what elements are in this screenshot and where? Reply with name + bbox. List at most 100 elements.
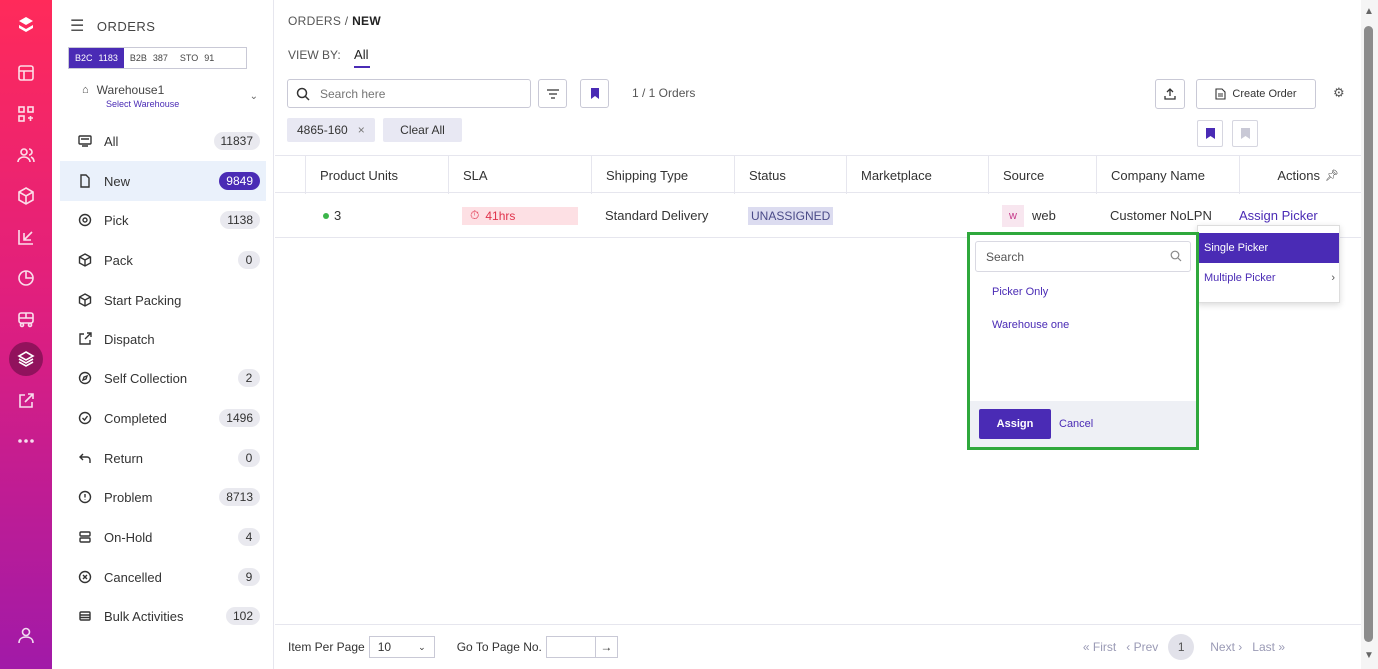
filter-button[interactable] (538, 79, 567, 108)
search-input[interactable] (320, 86, 510, 101)
picker-search-placeholder: Search (986, 249, 1025, 264)
compass-icon (78, 371, 92, 385)
sidebar-item-completed[interactable]: Completed 1496 (60, 398, 266, 438)
picker-search-input[interactable]: Search (975, 241, 1191, 272)
bookmark-icon (590, 88, 599, 99)
view-tab-all[interactable]: All (354, 47, 368, 62)
sidebar-item-all[interactable]: All 11837 (60, 121, 266, 161)
next-label: Next (1210, 640, 1235, 654)
column-header[interactable]: Shipping Type (591, 156, 734, 194)
per-page-select[interactable]: 10 ⌄ (368, 636, 435, 658)
current-page[interactable]: 1 (1168, 634, 1195, 660)
channel-count: 387 (152, 53, 168, 63)
orders-layers-icon[interactable] (9, 342, 43, 376)
scroll-thumb[interactable] (1364, 26, 1373, 642)
report-pie-icon[interactable] (13, 265, 39, 291)
bookmark-outline-button[interactable] (1232, 120, 1258, 147)
channel-tab-b2b[interactable]: B2B 387 (124, 48, 174, 68)
sidebar-item-label: Completed (104, 410, 167, 426)
warehouse-selector[interactable]: ⌂ Warehouse1 Select Warehouse ⌄ (82, 83, 262, 109)
column-header[interactable]: Marketplace (846, 156, 988, 194)
channel-tab-b2c[interactable]: B2C 1183 (69, 48, 124, 68)
menu-item-multiple-picker[interactable]: Multiple Picker › (1198, 263, 1339, 293)
sidebar-item-self-collection[interactable]: Self Collection 2 (60, 358, 266, 398)
sidebar-item-cancelled[interactable]: Cancelled 9 (60, 557, 266, 597)
assign-picker-link[interactable]: Assign Picker (1239, 208, 1318, 223)
column-header[interactable]: Company Name (1096, 156, 1239, 194)
warehouse-name: Warehouse1 (96, 83, 165, 97)
box-icon[interactable] (13, 183, 39, 209)
create-order-button[interactable]: Create Order (1196, 79, 1316, 109)
channel-count: 1183 (98, 53, 118, 63)
channel-tab-sto[interactable]: STO 91 (174, 48, 220, 68)
document-icon (78, 174, 92, 188)
sidebar-item-return[interactable]: Return 0 (60, 438, 266, 478)
column-header[interactable]: Source (988, 156, 1096, 194)
breadcrumb-separator: / (344, 14, 349, 28)
prev-page-button[interactable]: ‹ Prev (1126, 640, 1158, 654)
goto-label: Go To Page No. (456, 640, 542, 654)
export-button[interactable] (1155, 79, 1185, 109)
sidebar-item-new[interactable]: New 9849 (60, 161, 266, 201)
chevron-right-icon: › (1331, 272, 1335, 284)
dashboard-icon[interactable] (13, 101, 39, 127)
upload-icon (1164, 88, 1176, 100)
profile-icon[interactable] (13, 622, 39, 648)
settings-gear-icon[interactable]: ⚙ (1333, 85, 1345, 101)
sidebar-item-pick[interactable]: Pick 1138 (60, 200, 266, 240)
sidebar-item-bulk-activities[interactable]: Bulk Activities 102 (60, 596, 266, 636)
menu-item-single-picker[interactable]: Single Picker (1198, 233, 1339, 263)
column-header[interactable]: Product Units (305, 156, 448, 194)
picker-selection-popup: Search Picker Only Warehouse one Assign … (967, 232, 1199, 450)
layout-icon[interactable] (13, 60, 39, 86)
sidebar-item-pack[interactable]: Pack 0 (60, 240, 266, 280)
close-icon[interactable]: × (358, 123, 365, 137)
view-by: VIEW BY: All (288, 47, 368, 62)
cancel-button[interactable]: Cancel (1059, 418, 1093, 430)
sla-value: 41hrs (485, 208, 516, 223)
source-badge: w (1002, 204, 1024, 227)
sidebar-item-dispatch[interactable]: Dispatch (60, 319, 266, 359)
orders-count: 1 / 1 Orders (632, 86, 696, 100)
users-icon[interactable] (13, 142, 39, 168)
last-page-button[interactable]: Last » (1252, 640, 1285, 654)
column-header-label: Actions (1277, 167, 1321, 183)
external-link-icon[interactable] (13, 388, 39, 414)
breadcrumb-root[interactable]: ORDERS (288, 14, 341, 28)
first-page-button[interactable]: « First (1083, 640, 1116, 654)
picker-option[interactable]: Picker Only (992, 286, 1048, 298)
bookmark-button[interactable] (1197, 120, 1223, 147)
clear-all-button[interactable]: Clear All (383, 118, 462, 142)
pin-icon[interactable]: 📌︎ (1325, 169, 1339, 182)
sidebar-item-problem[interactable]: Problem 8713 (60, 477, 266, 517)
timer-icon: ⏱︎ (470, 208, 480, 222)
truck-icon[interactable] (13, 306, 39, 332)
warehouse-hint: Select Warehouse (106, 99, 180, 109)
status-dot-icon (323, 212, 329, 219)
inbound-icon[interactable] (13, 224, 39, 250)
more-icon[interactable] (13, 428, 39, 454)
scroll-down-icon[interactable]: ▼ (1364, 650, 1374, 661)
menu-icon[interactable]: ☰ (70, 16, 85, 36)
column-header[interactable]: Status (734, 156, 846, 194)
assign-button[interactable]: Assign (979, 409, 1051, 439)
goto-button[interactable]: → (595, 636, 618, 658)
column-header[interactable]: SLA (448, 156, 591, 194)
select-column (275, 156, 305, 194)
saved-filters-button[interactable] (580, 79, 609, 108)
filter-icon (546, 88, 559, 99)
breadcrumb-current: NEW (352, 14, 381, 28)
vertical-scrollbar[interactable]: ▲ ▼ (1361, 0, 1378, 669)
view-by-label: VIEW BY: (288, 48, 341, 62)
sidebar-item-start-packing[interactable]: Start Packing (60, 280, 266, 320)
sidebar-item-on-hold[interactable]: On-Hold 4 (60, 517, 266, 557)
channel-tabs: B2C 1183 B2B 387 STO 91 (68, 47, 247, 69)
picker-option[interactable]: Warehouse one (992, 319, 1069, 331)
logo-icon[interactable] (13, 12, 39, 38)
goto-input[interactable] (545, 636, 596, 658)
scroll-up-icon[interactable]: ▲ (1364, 6, 1374, 17)
next-page-button[interactable]: Next › (1210, 640, 1242, 654)
count-badge: 2 (238, 369, 260, 387)
search-box[interactable] (287, 79, 531, 108)
first-label: First (1092, 640, 1117, 654)
